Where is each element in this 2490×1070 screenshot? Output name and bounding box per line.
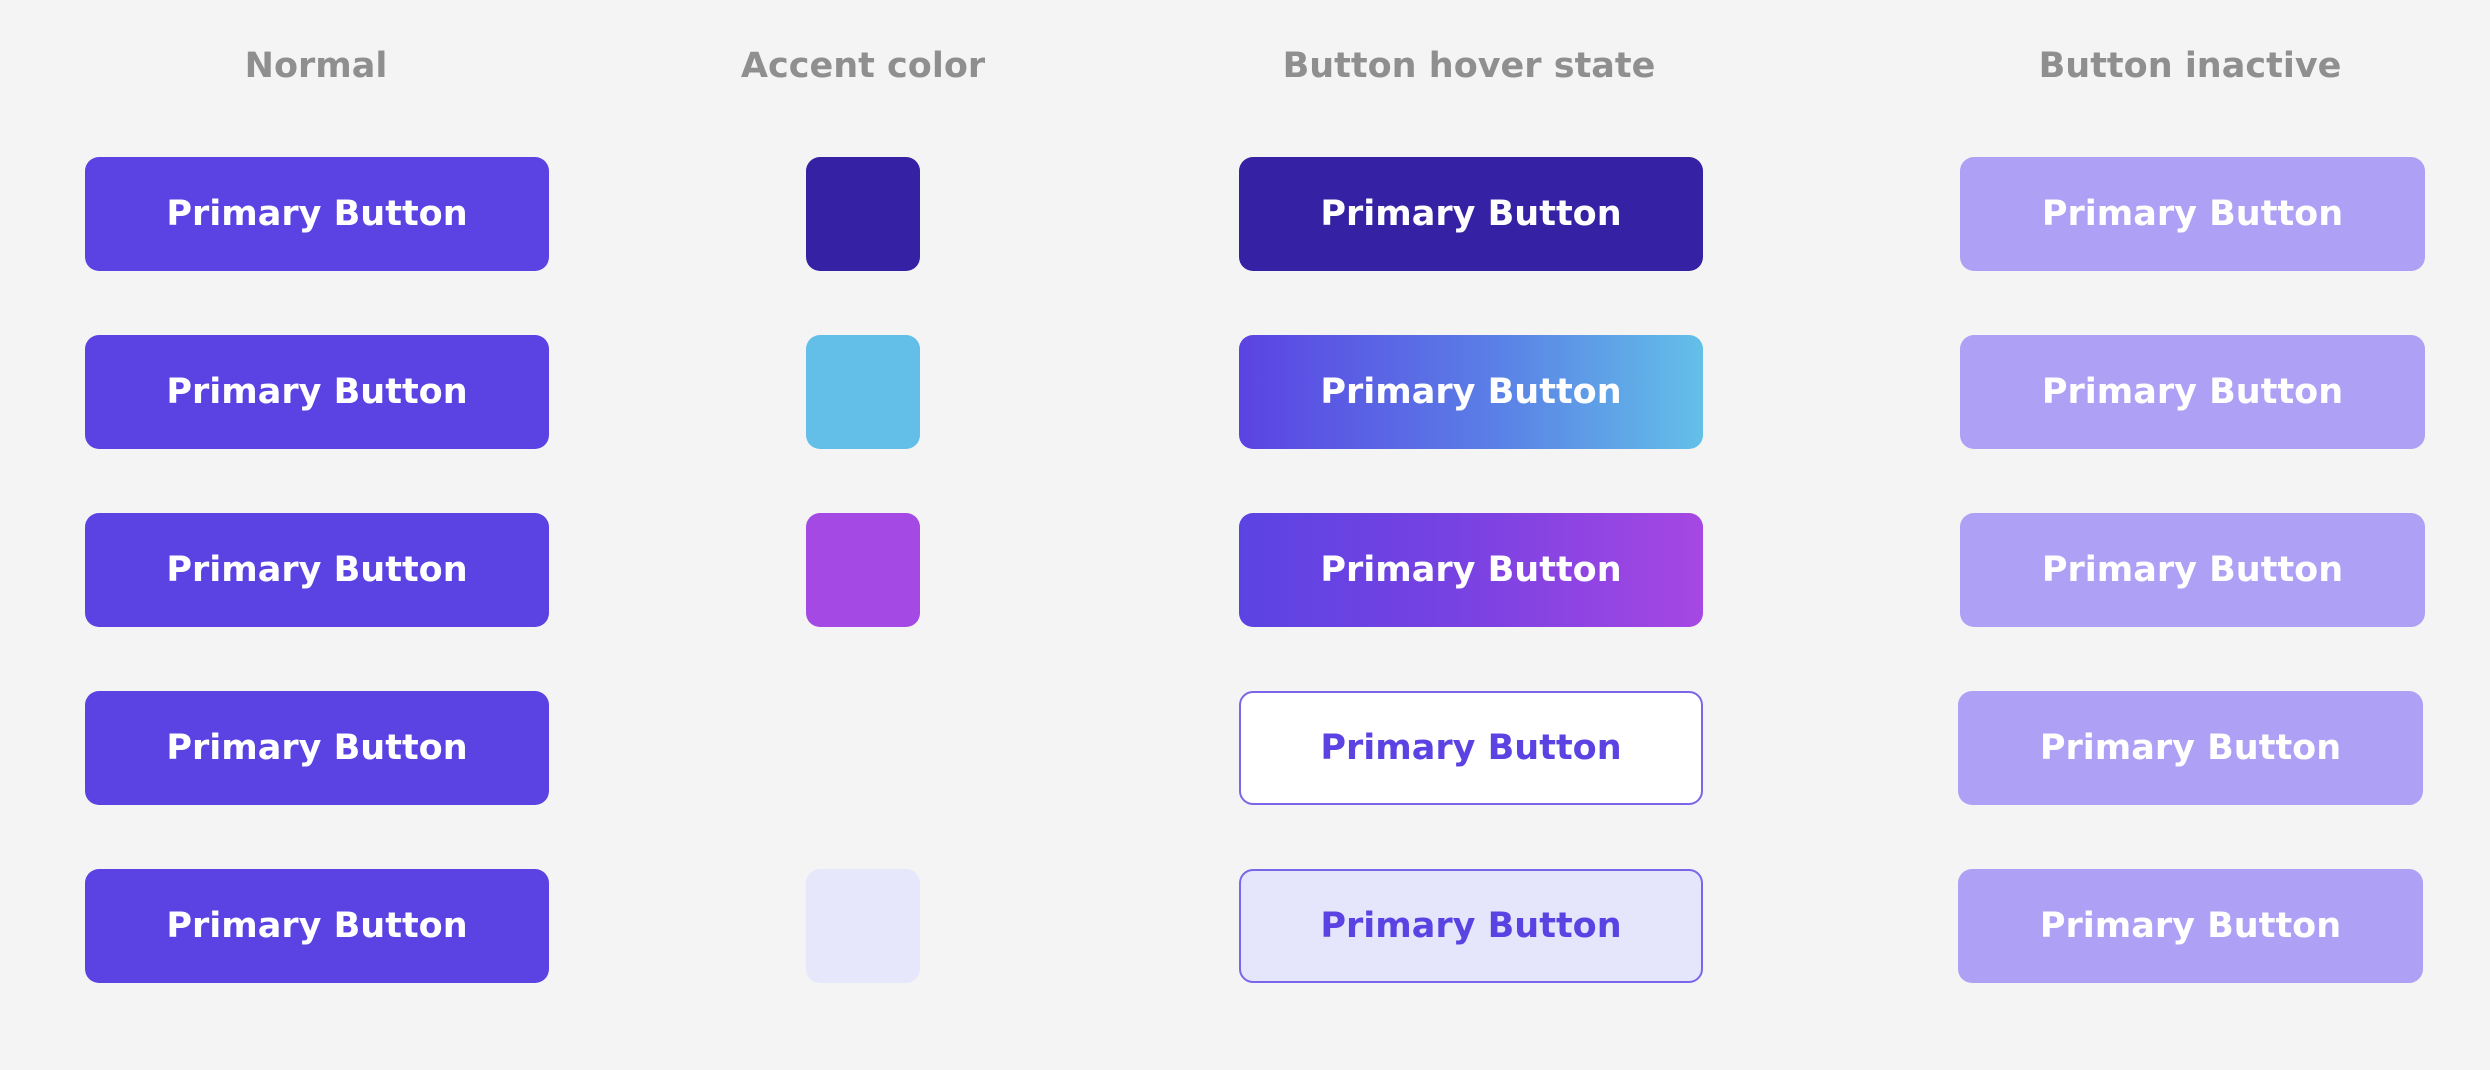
primary-button-hover-1[interactable]: Primary Button [1239,157,1703,271]
primary-button-inactive-4: Primary Button [1958,691,2423,805]
primary-button-normal-1[interactable]: Primary Button [85,157,549,271]
primary-button-normal-2[interactable]: Primary Button [85,335,549,449]
primary-button-inactive-1: Primary Button [1960,157,2425,271]
header-normal: Normal [244,46,388,86]
primary-button-normal-5[interactable]: Primary Button [85,869,549,983]
primary-button-hover-4[interactable]: Primary Button [1239,691,1703,805]
primary-button-inactive-5: Primary Button [1958,869,2423,983]
primary-button-inactive-3: Primary Button [1960,513,2425,627]
accent-swatch-3 [806,513,920,627]
header-accent-color: Accent color [740,46,986,86]
primary-button-hover-5[interactable]: Primary Button [1239,869,1703,983]
accent-swatch-2 [806,335,920,449]
header-button-inactive: Button inactive [2038,46,2342,86]
primary-button-hover-2[interactable]: Primary Button [1239,335,1703,449]
accent-swatch-5 [806,869,920,983]
primary-button-normal-4[interactable]: Primary Button [85,691,549,805]
primary-button-inactive-2: Primary Button [1960,335,2425,449]
primary-button-normal-3[interactable]: Primary Button [85,513,549,627]
header-button-hover-state: Button hover state [1282,46,1656,86]
primary-button-hover-3[interactable]: Primary Button [1239,513,1703,627]
accent-swatch-1 [806,157,920,271]
